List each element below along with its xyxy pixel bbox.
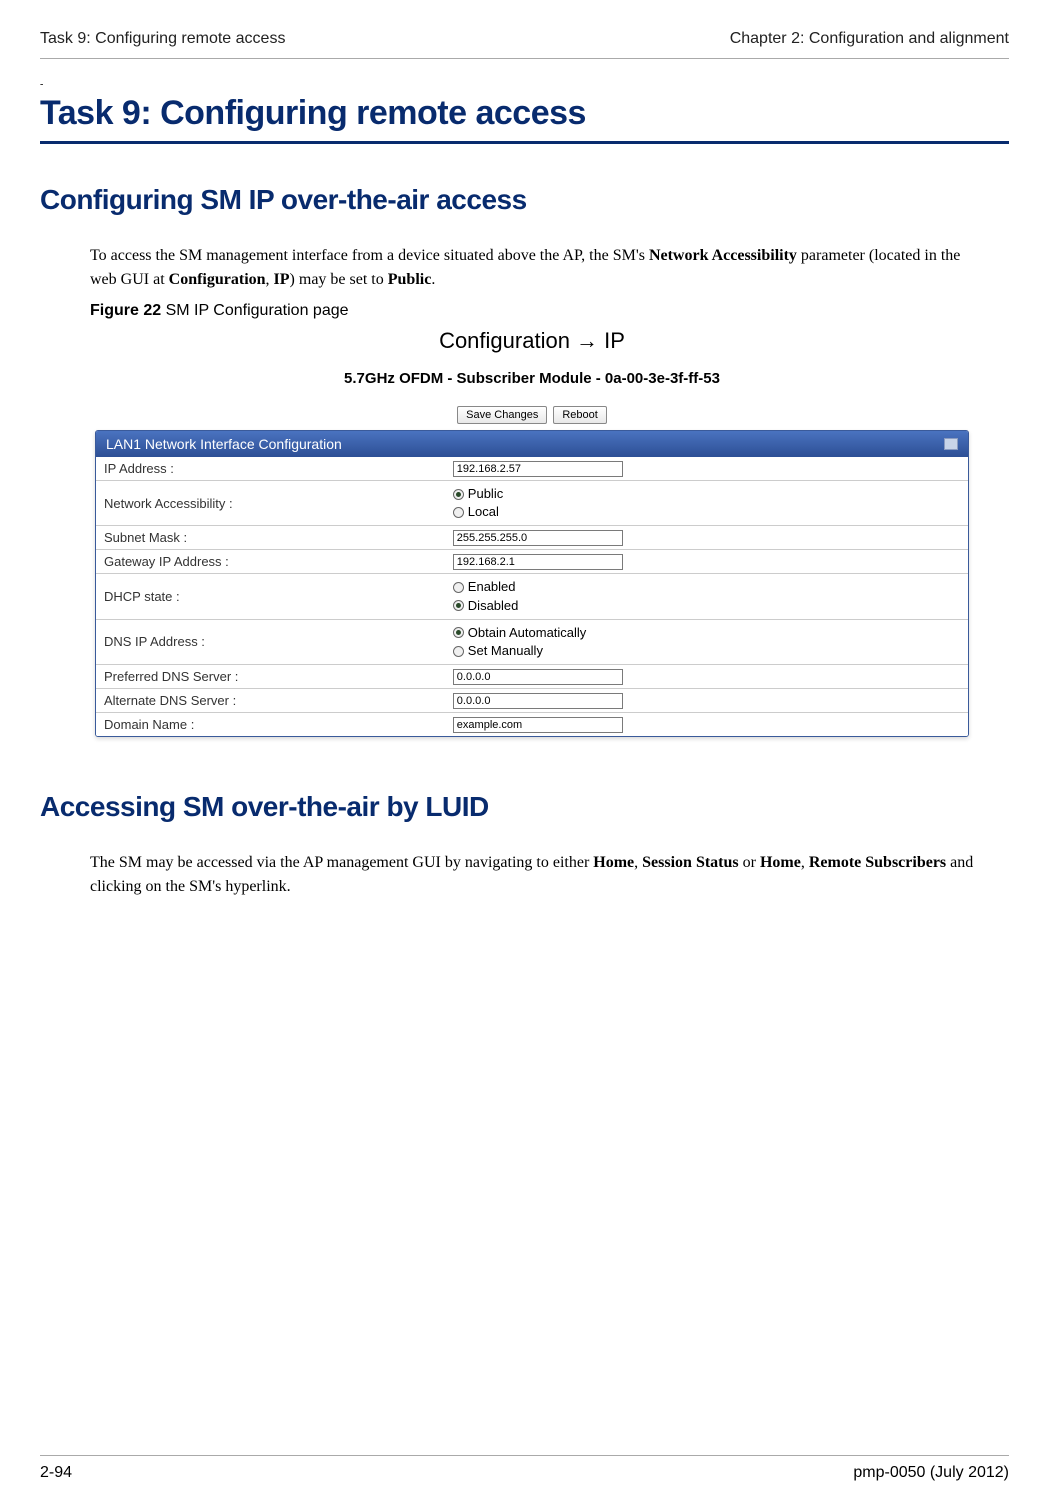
bold-text: Session Status xyxy=(642,854,738,871)
dash-mark: - xyxy=(40,79,1009,90)
footer-doc-id: pmp-0050 (July 2012) xyxy=(853,1464,1009,1482)
table-row: Network Accessibility : Public Local xyxy=(96,481,968,526)
text: . xyxy=(431,271,435,288)
dhcp-state-label: DHCP state : xyxy=(96,574,445,619)
table-row: DNS IP Address : Obtain Automatically Se… xyxy=(96,619,968,664)
panel-collapse-icon[interactable] xyxy=(944,438,958,450)
radio-dhcp-enabled[interactable] xyxy=(453,582,464,593)
figure-container: Configuration → IP 5.7GHz OFDM - Subscri… xyxy=(95,328,969,737)
section2-title: Accessing SM over-the-air by LUID xyxy=(40,791,1009,823)
text: , xyxy=(266,271,274,288)
table-row: Preferred DNS Server : xyxy=(96,665,968,689)
figure-breadcrumb: Configuration → IP xyxy=(95,328,969,354)
task-title: Task 9: Configuring remote access xyxy=(40,94,1009,144)
table-row: Subnet Mask : xyxy=(96,526,968,550)
footer-page-number: 2-94 xyxy=(40,1464,72,1482)
preferred-dns-input[interactable] xyxy=(453,669,623,685)
bold-text: Remote Subscribers xyxy=(809,854,946,871)
radio-dhcp-enabled-label: Enabled xyxy=(468,578,516,596)
radio-dns-manual[interactable] xyxy=(453,646,464,657)
figure-caption: Figure 22 SM IP Configuration page xyxy=(90,302,1009,320)
radio-public-label: Public xyxy=(468,485,503,503)
text: or xyxy=(739,854,760,871)
bold-text: Home xyxy=(593,854,634,871)
panel-header: LAN1 Network Interface Configuration xyxy=(96,431,968,457)
ip-address-input[interactable] xyxy=(453,461,623,477)
table-row: Gateway IP Address : xyxy=(96,550,968,574)
figure-number: Figure 22 xyxy=(90,302,161,319)
subnet-mask-input[interactable] xyxy=(453,530,623,546)
gateway-ip-label: Gateway IP Address : xyxy=(96,550,445,574)
alternate-dns-input[interactable] xyxy=(453,693,623,709)
radio-public[interactable] xyxy=(453,489,464,500)
header-left: Task 9: Configuring remote access xyxy=(40,30,285,48)
text: , xyxy=(634,854,642,871)
reboot-button[interactable]: Reboot xyxy=(553,406,606,424)
bold-text: Home xyxy=(760,854,801,871)
config-table: IP Address : Network Accessibility : Pub… xyxy=(96,457,968,736)
network-accessibility-label: Network Accessibility : xyxy=(96,481,445,526)
radio-dns-auto-label: Obtain Automatically xyxy=(468,624,587,642)
radio-local[interactable] xyxy=(453,507,464,518)
table-row: Domain Name : xyxy=(96,713,968,737)
text: To access the SM management interface fr… xyxy=(90,247,649,264)
subnet-mask-label: Subnet Mask : xyxy=(96,526,445,550)
bold-text: Network Accessibility xyxy=(649,247,797,264)
section1-paragraph: To access the SM management interface fr… xyxy=(90,244,989,292)
section2-paragraph: The SM may be accessed via the AP manage… xyxy=(90,851,989,899)
text: ) may be set to xyxy=(290,271,388,288)
radio-dhcp-disabled[interactable] xyxy=(453,600,464,611)
save-changes-button[interactable]: Save Changes xyxy=(457,406,547,424)
preferred-dns-label: Preferred DNS Server : xyxy=(96,665,445,689)
text: The SM may be accessed via the AP manage… xyxy=(90,854,593,871)
domain-name-label: Domain Name : xyxy=(96,713,445,737)
alternate-dns-label: Alternate DNS Server : xyxy=(96,689,445,713)
radio-dns-manual-label: Set Manually xyxy=(468,642,543,660)
gateway-ip-input[interactable] xyxy=(453,554,623,570)
domain-name-input[interactable] xyxy=(453,717,623,733)
section1-title: Configuring SM IP over-the-air access xyxy=(40,184,1009,216)
dns-ip-label: DNS IP Address : xyxy=(96,619,445,664)
panel-title: LAN1 Network Interface Configuration xyxy=(106,436,342,452)
text: , xyxy=(801,854,809,871)
table-row: DHCP state : Enabled Disabled xyxy=(96,574,968,619)
header-right: Chapter 2: Configuration and alignment xyxy=(730,30,1009,48)
radio-dns-auto[interactable] xyxy=(453,627,464,638)
bold-text: Configuration xyxy=(169,271,266,288)
figure-title: SM IP Configuration page xyxy=(161,302,348,319)
table-row: Alternate DNS Server : xyxy=(96,689,968,713)
config-panel: LAN1 Network Interface Configuration IP … xyxy=(95,430,969,737)
radio-local-label: Local xyxy=(468,503,499,521)
figure-subtitle: 5.7GHz OFDM - Subscriber Module - 0a-00-… xyxy=(95,370,969,387)
radio-dhcp-disabled-label: Disabled xyxy=(468,597,519,615)
table-row: IP Address : xyxy=(96,457,968,481)
bold-text: Public xyxy=(388,271,432,288)
ip-address-label: IP Address : xyxy=(96,457,445,481)
bold-text: IP xyxy=(274,271,290,288)
